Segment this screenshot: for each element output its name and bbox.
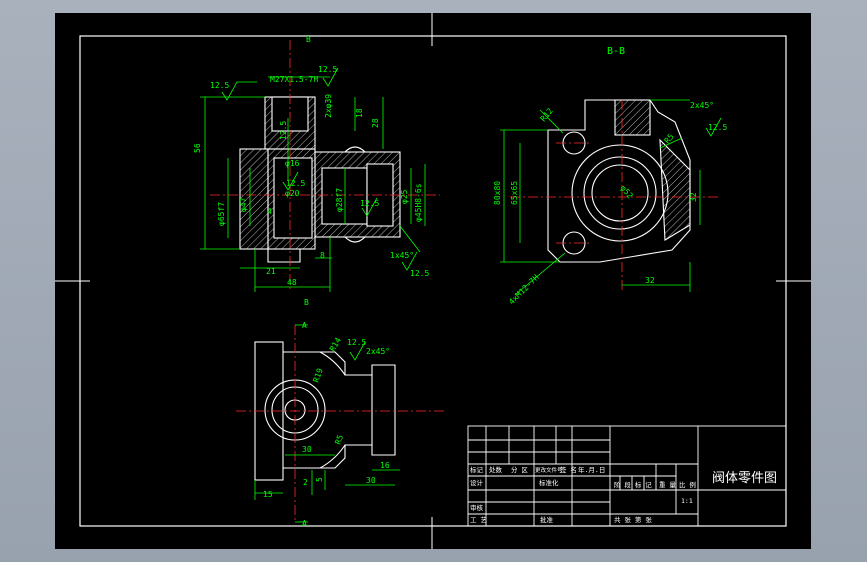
dim-ra-right: 12.5 [410, 269, 429, 278]
tb-design: 设计 [470, 478, 484, 487]
tb-scale: 比 例 [679, 480, 696, 489]
a-marker-bottom: A [302, 519, 307, 528]
dim-phi16: φ16 [285, 159, 300, 168]
dim-ra-section: 12.5 [708, 123, 727, 132]
dim-ra-mid2: 12.5 [360, 199, 379, 208]
dim-2: 2 [303, 478, 308, 487]
section-bb-title: B-B [607, 46, 625, 57]
tb-approve: 批准 [540, 515, 554, 524]
dim-18: 18 [355, 108, 364, 118]
dim-phi25: φ25 [400, 189, 409, 204]
dim-ra-bottom: 12.5 [347, 338, 366, 347]
tb-standardize: 标准化 [539, 478, 559, 487]
dim-28: 28 [371, 118, 380, 128]
dim-80x80: 80x80 [493, 181, 502, 205]
dim-16: 16 [380, 461, 390, 470]
dim-phi45h8: φ45H8-6s [414, 183, 423, 222]
tb-label-date: 年.月.日 [578, 465, 605, 474]
tb-stage-mark: 阶 段 标 记 [614, 480, 652, 489]
dim-phi20: φ20 [285, 189, 300, 198]
tb-label-sign: 签 名 [560, 465, 577, 474]
tb-review: 审核 [470, 503, 484, 512]
dim-8: 8 [320, 251, 325, 260]
dim-5: 5 [315, 477, 324, 482]
dim-56: 56 [193, 143, 202, 153]
dim-thread-top: M27X1.5-7H [270, 75, 318, 84]
tb-label-change-doc: 更改文件号 [535, 466, 563, 474]
tb-label-zone: 分 区 [511, 465, 528, 474]
dim-48: 48 [287, 278, 297, 287]
dim-chamfer-2x45: 2x45° [690, 101, 714, 110]
dim-phi28f7: φ28f7 [335, 188, 344, 212]
dim-32-bottom: 32 [645, 276, 655, 285]
dim-15: 15 [263, 490, 273, 499]
b-marker-mid: B [304, 298, 309, 307]
tb-label-count: 处数 [489, 465, 503, 474]
tb-weight: 重 量 [659, 481, 676, 489]
tb-process: 工 艺 [470, 516, 487, 524]
tb-part-name: 阀体零件图 [712, 471, 777, 486]
dim-ra-top: 12.5 [318, 65, 337, 74]
dim-phi65f7: φ65f7 [217, 202, 226, 226]
dim-21: 21 [266, 267, 276, 276]
dim-chamfer-bottom: 2x45° [366, 347, 390, 356]
tb-label-mark: 标记 [470, 465, 484, 474]
dim-chamfer-1x45: 1x45° [390, 251, 414, 260]
dim-30b: 30 [366, 476, 376, 485]
a-marker-top: A [302, 321, 307, 330]
tb-sheets: 共 张 第 张 [614, 515, 652, 524]
dim-phi47: φ47 [239, 197, 248, 212]
dim-12-5: 12.5 [279, 121, 288, 140]
tb-scale-value: 1:1 [681, 497, 693, 505]
dim-65x65: 65x65 [510, 181, 519, 205]
dim-32-right: 32 [689, 192, 698, 202]
dim-4: 4 [267, 207, 272, 216]
b-marker-top: B [306, 35, 311, 44]
dim-30: 30 [302, 445, 312, 454]
dim-ra-left: 12.5 [210, 81, 229, 90]
dim-ra-mid: 12.5 [286, 179, 305, 188]
cad-drawing-viewport[interactable]: 12.5 M27X1.5-7H 12.5 2xφ39 18 28 56 12.5… [0, 0, 867, 562]
dim-chamfer-top: 2xφ39 [324, 94, 333, 118]
